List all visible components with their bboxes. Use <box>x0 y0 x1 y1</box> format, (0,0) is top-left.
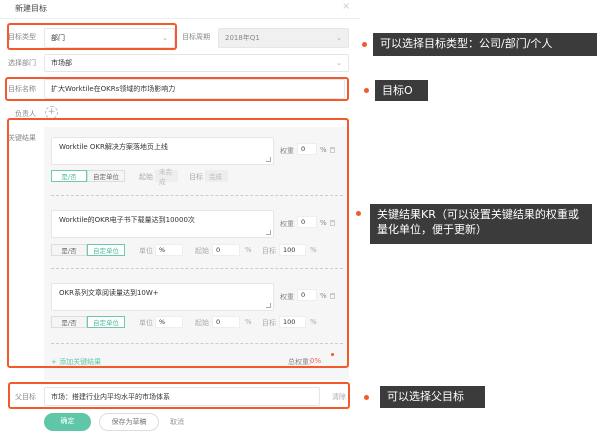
annotation-parent: 可以选择父目标 <box>380 386 485 408</box>
period-select[interactable]: 2018年Q1 ⌄ <box>218 28 349 48</box>
name-highlight <box>5 77 349 101</box>
period-label: 目标周期 <box>182 33 210 41</box>
dialog-title: 新建目标 <box>15 4 47 13</box>
period-value: 2018年Q1 <box>225 34 260 42</box>
chevron-down-icon: ⌄ <box>336 59 342 67</box>
save-draft-button[interactable]: 保存为草稿 <box>99 413 159 431</box>
dept-label: 选择部门 <box>8 59 36 67</box>
dept-select[interactable]: 市场部 ⌄ <box>44 54 349 72</box>
cancel-button[interactable]: 取消 <box>170 417 184 427</box>
close-icon[interactable]: × <box>342 1 350 12</box>
parent-highlight <box>8 382 350 409</box>
type-highlight <box>7 23 177 50</box>
annotation-dot <box>364 395 369 400</box>
annotation-dot <box>364 88 369 93</box>
annotation-kr: 关键结果KR（可以设置关键结果的权重或量化单位，便于更新） <box>370 204 592 244</box>
ok-button[interactable]: 确定 <box>44 413 91 431</box>
annotation-dot <box>356 211 361 216</box>
annotation-objective: 目标O <box>375 80 428 101</box>
annotation-dot <box>362 42 367 47</box>
kr-highlight <box>7 118 349 368</box>
chevron-down-icon: ⌄ <box>336 34 342 42</box>
annotation-type: 可以选择目标类型：公司/部门/个人 <box>373 33 597 56</box>
dept-value: 市场部 <box>51 59 72 67</box>
header-divider <box>0 18 360 19</box>
